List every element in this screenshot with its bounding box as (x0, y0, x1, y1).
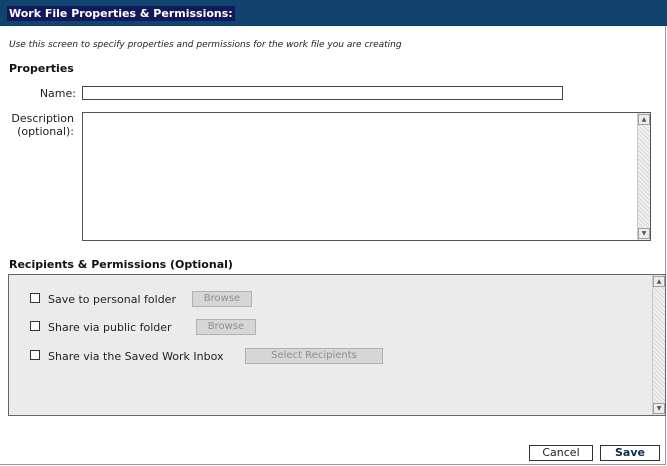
save-button[interactable]: Save (600, 445, 660, 461)
permissions-panel: ▲ ▼ Save to personal folder Browse Share… (8, 274, 666, 416)
select-recipients-button[interactable]: Select Recipients (245, 348, 383, 364)
browse-personal-button[interactable]: Browse (192, 291, 252, 307)
description-scrollbar[interactable]: ▲ ▼ (637, 113, 650, 240)
share-public-folder-checkbox[interactable] (30, 321, 40, 331)
save-personal-folder-label: Save to personal folder (48, 293, 176, 306)
share-public-folder-label: Share via public folder (48, 321, 172, 334)
dialog-title: Work File Properties & Permissions: (7, 6, 235, 21)
share-saved-work-inbox-checkbox[interactable] (30, 350, 40, 360)
title-bar: Work File Properties & Permissions: (0, 0, 667, 26)
name-field[interactable] (82, 86, 563, 100)
intro-text: Use this screen to specify properties an… (9, 40, 402, 50)
scroll-up-arrow-icon[interactable]: ▲ (653, 276, 665, 287)
save-personal-folder-checkbox[interactable] (30, 293, 40, 303)
scroll-up-arrow-icon[interactable]: ▲ (638, 114, 650, 125)
share-saved-work-inbox-label: Share via the Saved Work Inbox (48, 350, 224, 363)
description-textarea[interactable]: ▲ ▼ (82, 112, 651, 241)
scroll-down-arrow-icon[interactable]: ▼ (638, 228, 650, 239)
browse-public-button[interactable]: Browse (196, 319, 256, 335)
permissions-heading: Recipients & Permissions (Optional) (9, 258, 233, 271)
description-label: Description (optional): (6, 112, 74, 138)
scroll-down-arrow-icon[interactable]: ▼ (653, 403, 665, 414)
description-label-line1: Description (11, 112, 74, 125)
name-label: Name: (39, 87, 76, 100)
properties-heading: Properties (9, 62, 74, 75)
description-label-line2: (optional): (17, 125, 74, 138)
cancel-button[interactable]: Cancel (529, 445, 593, 461)
permissions-scrollbar[interactable]: ▲ ▼ (652, 275, 665, 415)
